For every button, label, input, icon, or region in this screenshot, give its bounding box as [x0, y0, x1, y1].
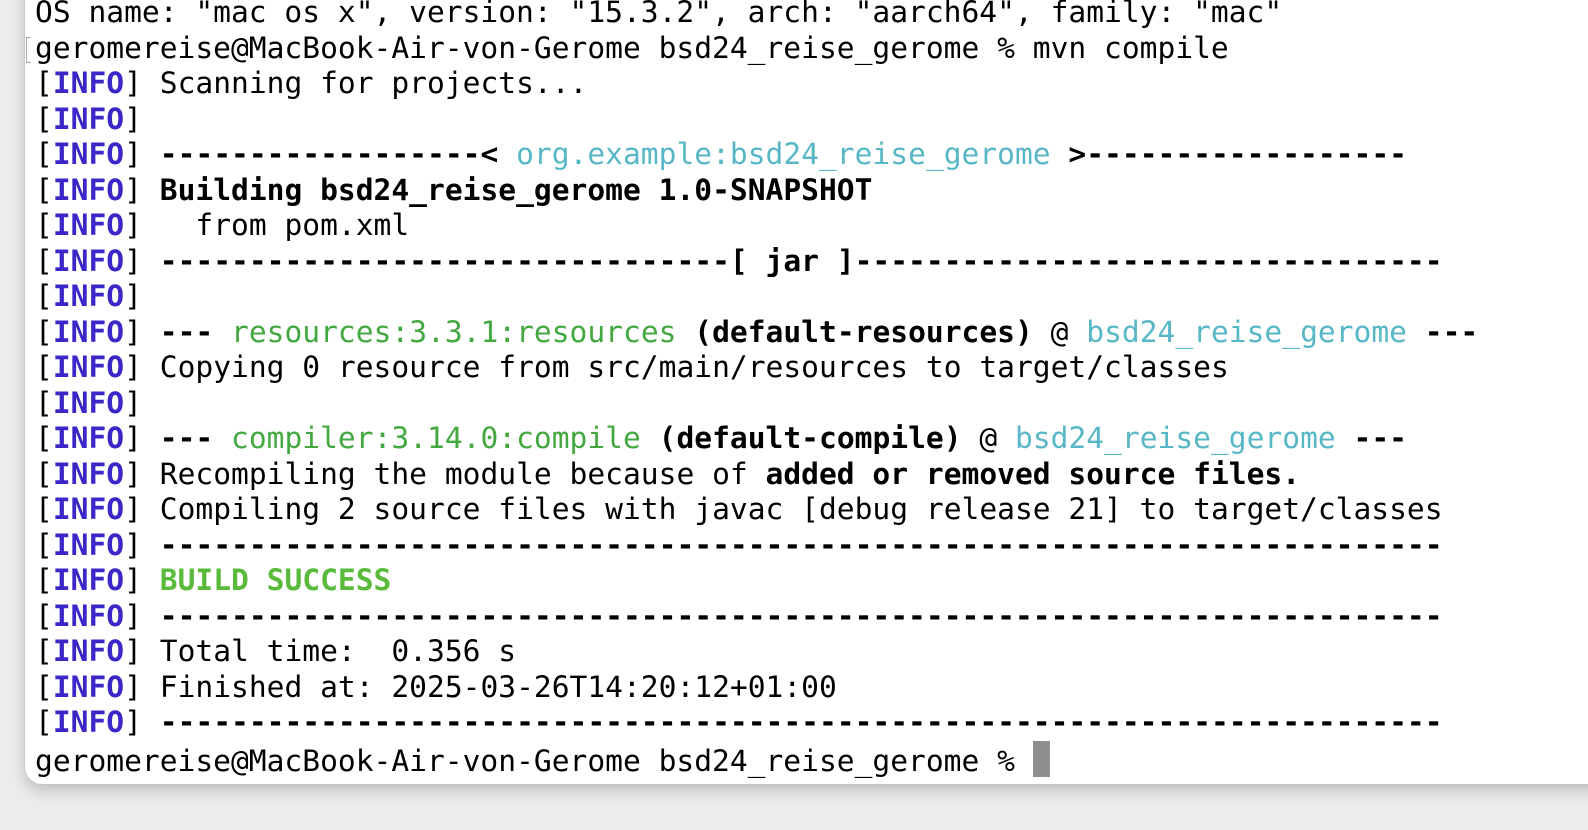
info-tag: INFO: [52, 456, 125, 491]
artifact-left-rule: ------------------<: [159, 137, 517, 171]
log-line: [INFO]: [35, 101, 142, 136]
log-line: [INFO]: [35, 279, 142, 313]
compiler-execution: (default-compile): [640, 421, 962, 455]
log-line: [INFO] Total time: 0.356 s: [35, 634, 517, 668]
compiling-text: Compiling 2 source files with javac [deb…: [159, 492, 1443, 526]
prompt-line[interactable]: geromereise@MacBook-Air-von-Gerome bsd24…: [35, 740, 1478, 778]
prompt-command-text: geromereise@MacBook-Air-von-Gerome bsd24…: [35, 30, 1229, 65]
info-tag: INFO: [52, 669, 125, 704]
terminal-output[interactable]: OS name: "mac os x", version: "15.3.2", …: [35, 0, 1479, 778]
recompiling-reason: added or removed source files.: [765, 456, 1301, 491]
os-info-text: OS name: "mac os x", version: "15.3.2", …: [35, 0, 1283, 29]
log-line: [INFO] --- resources:3.3.1:resources (de…: [35, 314, 1479, 349]
info-tag: INFO: [52, 137, 125, 171]
line-marker: [26, 37, 31, 63]
build-success-text: BUILD SUCCESS: [159, 563, 392, 597]
resources-project: bsd24_reise_gerome: [1086, 314, 1407, 349]
artifact-id: org.example:bsd24_reise_gerome: [516, 137, 1051, 171]
separator: ----------------------------------------…: [159, 598, 1443, 633]
info-tag: INFO: [52, 492, 125, 526]
info-tag: INFO: [52, 350, 125, 384]
compiler-plugin: compiler:3.14.0:compile: [231, 421, 641, 455]
info-tag: INFO: [52, 243, 125, 278]
log-line: [INFO] Building bsd24_reise_gerome 1.0-S…: [35, 172, 873, 207]
log-line: [INFO] ---------------------------------…: [35, 598, 1443, 633]
os-info-line: OS name: "mac os x", version: "15.3.2", …: [35, 0, 1478, 31]
info-tag: INFO: [52, 279, 125, 313]
jar-separator: --------------------------------[ jar ]-…: [159, 243, 1443, 278]
compiler-project: bsd24_reise_gerome: [1015, 421, 1336, 455]
copying-text: Copying 0 resource from src/main/resourc…: [159, 350, 1229, 384]
info-tag: INFO: [52, 314, 125, 349]
log-text: Scanning for projects...: [159, 66, 588, 100]
log-line: [INFO] ---------------------------------…: [35, 527, 1443, 562]
log-line: [INFO]: [35, 385, 142, 420]
at-sign: @: [961, 421, 1015, 455]
separator: ----------------------------------------…: [159, 527, 1443, 562]
log-line: [INFO] --------------------------------[…: [35, 243, 1443, 278]
text-cursor[interactable]: [1032, 740, 1050, 777]
separator: ----------------------------------------…: [159, 705, 1443, 739]
resources-execution: (default-resources): [676, 314, 1033, 349]
info-tag: INFO: [52, 385, 125, 420]
log-line: [INFO] Recompiling the module because of…: [35, 456, 1301, 491]
log-line: [INFO] Compiling 2 source files with jav…: [35, 492, 1443, 526]
plugin-end-dashes: ---: [1406, 314, 1479, 349]
info-tag: INFO: [52, 208, 125, 242]
log-line: [INFO] Scanning for projects...: [35, 66, 588, 100]
terminal-window[interactable]: OS name: "mac os x", version: "15.3.2", …: [24, 0, 1588, 785]
info-tag: INFO: [52, 563, 125, 597]
plugin-dashes: ---: [159, 314, 232, 349]
recompiling-text: Recompiling the module because of: [159, 456, 766, 491]
log-line: [INFO] from pom.xml: [35, 208, 410, 242]
info-tag: INFO: [52, 598, 125, 633]
info-tag: INFO: [52, 527, 125, 562]
log-line: [INFO] ---------------------------------…: [35, 705, 1443, 739]
finished-at-text: Finished at: 2025-03-26T14:20:12+01:00: [159, 669, 837, 704]
from-pom-text: from pom.xml: [159, 208, 410, 242]
info-tag: INFO: [52, 172, 125, 207]
info-tag: INFO: [52, 634, 125, 668]
total-time-text: Total time: 0.356 s: [159, 634, 517, 668]
log-line: [INFO] Finished at: 2025-03-26T14:20:12+…: [35, 669, 837, 704]
log-line: [INFO] Copying 0 resource from src/main/…: [35, 350, 1229, 384]
building-text: Building bsd24_reise_gerome 1.0-SNAPSHOT: [159, 172, 873, 207]
prompt-line: geromereise@MacBook-Air-von-Gerome bsd24…: [35, 31, 1478, 67]
info-tag: INFO: [52, 421, 125, 455]
plugin-dashes: ---: [159, 421, 232, 455]
log-line: [INFO] BUILD SUCCESS: [35, 563, 392, 597]
plugin-end-dashes: ---: [1335, 421, 1407, 455]
at-sign: @: [1032, 314, 1087, 349]
info-tag: INFO: [52, 101, 125, 136]
log-line: [INFO] --- compiler:3.14.0:compile (defa…: [35, 421, 1407, 455]
log-line: [INFO] ------------------< org.example:b…: [35, 137, 1407, 171]
prompt-text: geromereise@MacBook-Air-von-Gerome bsd24…: [35, 743, 1033, 778]
info-tag: INFO: [52, 66, 125, 100]
resources-plugin: resources:3.3.1:resources: [231, 314, 677, 349]
info-tag: INFO: [52, 705, 125, 739]
artifact-right-rule: >------------------: [1050, 137, 1407, 171]
